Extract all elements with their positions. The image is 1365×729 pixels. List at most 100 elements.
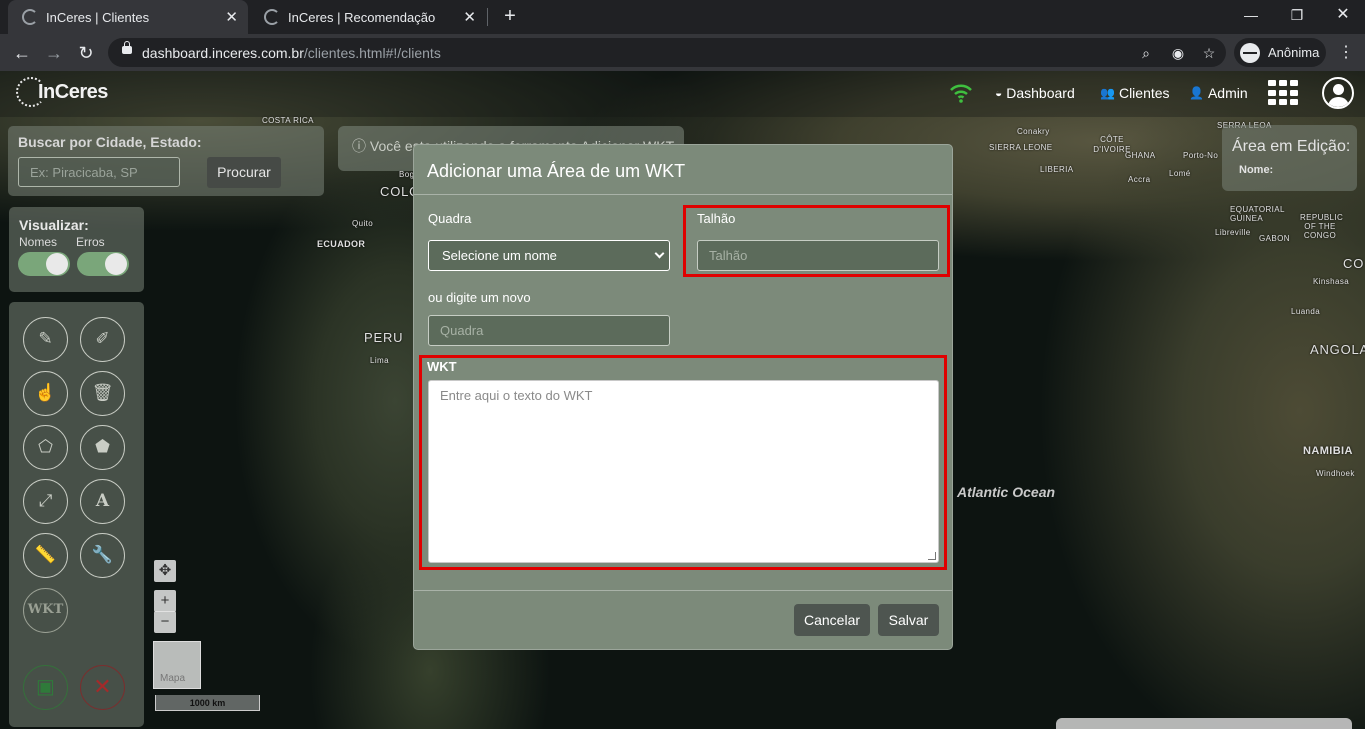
toggle-names[interactable] [18,252,70,276]
map-label: Libreville [1215,228,1251,237]
visualize-title: Visualizar: [19,217,89,233]
tracking-eye-icon[interactable]: ◉ [1168,43,1188,63]
zoom-icon[interactable]: ⌕ [1136,43,1156,63]
area-edit-name-label: Nome: [1239,164,1274,176]
search-title: Buscar por Cidade, Estado: [18,134,202,150]
resize-grip-icon[interactable] [928,552,936,560]
back-arrow-icon[interactable]: ← [9,40,35,66]
wkt-tool-button[interactable]: WKT [23,588,68,633]
save-button[interactable]: Salvar [878,604,939,636]
restore-icon[interactable]: ❐ [1274,0,1320,30]
zoom-out-button[interactable]: − [154,611,176,633]
edit-square-icon[interactable]: ✐ [80,317,125,362]
search-button[interactable]: Procurar [207,157,281,188]
window-close-icon[interactable]: ✕ [1320,0,1365,30]
bottom-drawer-handle[interactable] [1056,718,1352,729]
polygon-icon[interactable]: ⬟ [80,425,125,470]
map-label: LIBERIA [1040,165,1074,174]
incognito-profile-button[interactable]: Anônima [1234,38,1326,67]
browser-tab-bar: InCeres | Clientes ✕ InCeres | Recomenda… [0,0,1365,34]
add-wkt-modal: Adicionar uma Área de um WKT Quadra Sele… [413,144,953,650]
wkt-label: WKT [427,359,457,374]
cancel-x-icon[interactable]: ✕ [80,665,125,710]
hand-pointer-icon[interactable]: ☝ [23,371,68,416]
help-circle-icon: ⓘ [352,138,366,154]
close-tab-icon[interactable]: ✕ [225,8,238,26]
quadra-select[interactable]: Selecione um nome [428,240,670,271]
trash-icon[interactable]: 🗑 [80,371,125,416]
user-avatar-icon[interactable] [1322,77,1354,109]
search-input[interactable]: Ex: Piracicaba, SP [18,157,180,187]
basemap-label: Mapa [160,673,186,684]
toggle-errors[interactable] [77,252,129,276]
forward-arrow-icon[interactable]: → [41,40,67,66]
inceres-logo[interactable]: InCeres [16,77,108,107]
wrench-icon[interactable]: 🔧 [80,533,125,578]
toggle-names-label: Nomes [19,235,58,249]
ocean-label: Atlantic Ocean [957,484,1056,500]
inceres-favicon-icon [22,9,38,25]
ruler-icon[interactable]: 📏 [23,533,68,578]
nav-admin[interactable]: 👤 Admin [1189,85,1248,101]
talhao-label: Talhão [697,211,736,226]
expand-icon[interactable]: ⤢ [23,479,68,524]
map-label: Kinshasa [1313,277,1350,286]
app-header: InCeres ◒ Dashboard 👥 Clientes 👤 Admin [0,71,1365,117]
profile-label: Anônima [1268,45,1320,60]
incognito-icon [1240,42,1260,63]
tab-separator [487,8,488,26]
map-label: REPUBLIC OF THE CONGO [1300,213,1344,240]
map-label: SIERRA LEONE [989,143,1053,152]
new-quadra-label: ou digite um novo [428,290,531,305]
visualize-panel: Visualizar: Nomes Erros [9,207,144,292]
tab-title: InCeres | Recomendação [288,9,436,25]
save-floppy-icon[interactable]: ▣ [23,665,68,710]
map-label: ANGOLA [1310,342,1365,357]
reload-icon[interactable]: ↻ [73,40,99,66]
area-edit-title: Área em Edição: [1232,138,1351,155]
bookmark-star-icon[interactable]: ☆ [1199,43,1219,63]
close-tab-icon[interactable]: ✕ [463,8,476,26]
map-label: ECUADOR [317,239,366,249]
map-label: Quito [352,219,374,228]
browser-menu-icon[interactable]: ⋮ [1338,40,1354,66]
quadra-input[interactable]: Quadra [428,315,670,346]
map-scale: 1000 km [155,695,260,711]
zoom-in-button[interactable]: + [154,590,176,612]
nav-clientes[interactable]: 👥 Clientes [1100,85,1170,101]
map-label: GHANA [1125,151,1156,160]
quadra-label: Quadra [428,211,472,226]
user-plus-icon: 👤 [1189,86,1204,100]
wkt-textarea[interactable]: Entre aqui o texto do WKT [428,380,939,563]
url-text: dashboard.inceres.com.br/clientes.html#!… [142,45,441,61]
talhao-input[interactable]: Talhão [697,240,939,271]
chevron-down-icon [654,248,665,259]
address-bar[interactable]: dashboard.inceres.com.br/clientes.html#!… [108,38,1226,67]
pan-move-icon[interactable]: ✥ [154,560,176,582]
map-label: Conakry [1017,127,1050,136]
cancel-button[interactable]: Cancelar [794,604,870,636]
users-icon: 👥 [1100,86,1115,100]
apps-grid-icon[interactable] [1268,80,1298,106]
map-label: Luanda [1291,307,1321,316]
toggle-errors-label: Erros [76,235,105,249]
quadra-select-value: Selecione um nome [442,248,557,263]
map-label: Accra [1128,175,1151,184]
polygon-add-icon[interactable]: ⬠ [23,425,68,470]
new-tab-button[interactable]: + [498,4,522,28]
minimize-icon[interactable]: — [1228,0,1274,30]
lock-icon [122,41,132,54]
pencil-draw-icon[interactable]: ✎ [23,317,68,362]
url-path: /clientes.html#!/clients [303,45,441,61]
nav-dashboard[interactable]: ◒ Dashboard [995,85,1075,101]
map-application[interactable]: COSTA RICA Quito ECUADOR PERU Lima COLO … [0,71,1365,729]
browser-tab-clientes[interactable]: InCeres | Clientes ✕ [8,0,248,34]
modal-header: Adicionar uma Área de um WKT [414,145,952,195]
text-label-icon[interactable]: A [80,479,125,524]
map-label: COSTA RICA [262,116,314,125]
search-panel: Buscar por Cidade, Estado: Ex: Piracicab… [8,126,324,196]
browser-tab-recomendacao[interactable]: InCeres | Recomendação ✕ [250,0,486,34]
basemap-switcher[interactable]: Mapa [153,641,201,689]
url-host: dashboard.inceres.com.br [142,45,304,61]
tab-title: InCeres | Clientes [46,9,150,25]
